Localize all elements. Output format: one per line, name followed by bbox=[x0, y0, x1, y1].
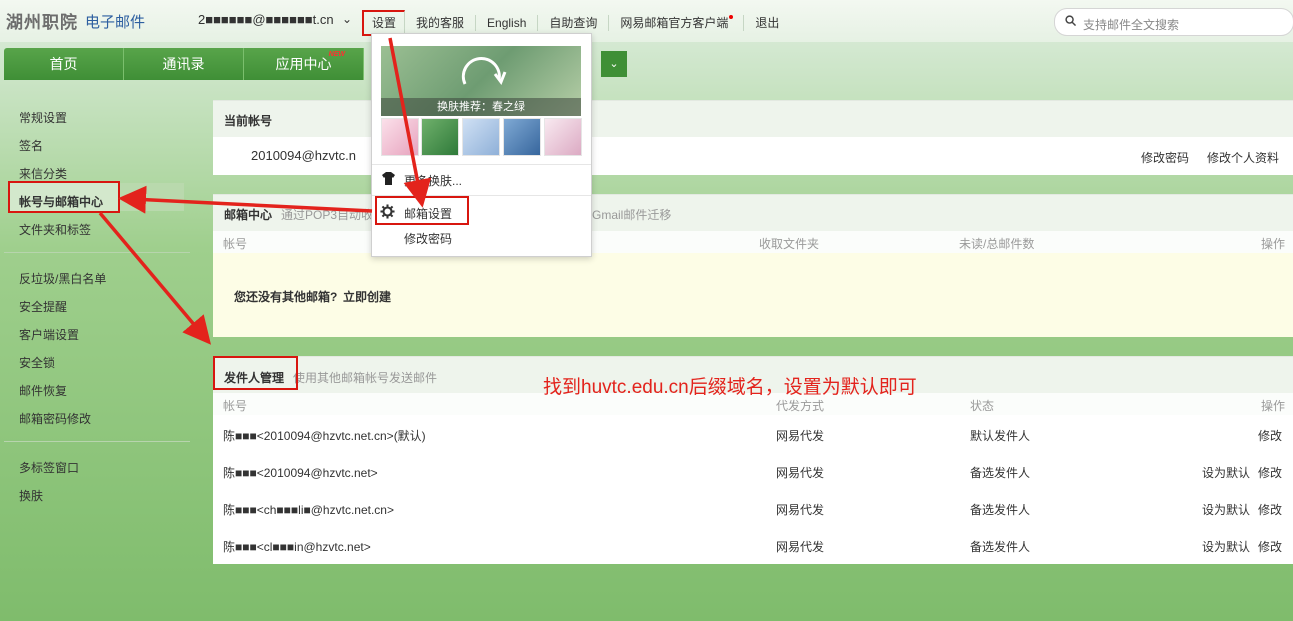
nav-support[interactable]: 我的客服 bbox=[405, 15, 477, 31]
nav-english[interactable]: English bbox=[476, 15, 539, 31]
edit-profile-link[interactable]: 修改个人资料 bbox=[1207, 149, 1279, 166]
section-subtitle: 通过POP3自动收 bbox=[281, 208, 374, 222]
create-mailbox-link[interactable]: 立即创建 bbox=[343, 288, 391, 305]
sender-account: 陈■■■<2010094@hzvtc.net> bbox=[223, 466, 378, 480]
sidebar-divider bbox=[4, 252, 190, 253]
sender-status: 默认发件人 bbox=[970, 429, 1031, 443]
col-method: 代发方式 bbox=[776, 399, 825, 413]
tab-contacts[interactable]: 通讯录 bbox=[124, 48, 244, 80]
tshirt-icon bbox=[382, 172, 395, 185]
tab-apps[interactable]: 应用中心 NEW bbox=[244, 48, 364, 80]
nav-client-download[interactable]: 网易邮箱官方客户端 bbox=[609, 15, 745, 31]
col-account: 帐号 bbox=[223, 237, 248, 251]
skin-thumbnail[interactable] bbox=[503, 118, 541, 156]
sender-method: 网易代发 bbox=[776, 503, 825, 517]
refresh-icon bbox=[461, 57, 507, 86]
sender-method: 网易代发 bbox=[776, 466, 825, 480]
sidebar-item-security-lock[interactable]: 安全锁 bbox=[19, 354, 55, 371]
section-subtitle: Gmail邮件迁移 bbox=[592, 208, 672, 222]
sidebar-item-multitab[interactable]: 多标签窗口 bbox=[19, 459, 79, 476]
search-icon bbox=[1065, 15, 1076, 26]
sender-account: 陈■■■<cl■■■in@hzvtc.net> bbox=[223, 540, 371, 554]
sidebar-item-password[interactable]: 邮箱密码修改 bbox=[19, 410, 91, 427]
skin-preview[interactable]: 换肤推荐：春之绿 bbox=[381, 46, 581, 116]
sidebar-item-signature[interactable]: 签名 bbox=[19, 137, 43, 154]
empty-message: 您还没有其他邮箱? bbox=[234, 290, 338, 304]
sender-method: 网易代发 bbox=[776, 429, 825, 443]
skin-caption: 换肤推荐：春之绿 bbox=[381, 98, 581, 116]
col-status: 状态 bbox=[970, 399, 995, 413]
sidebar-item-filters[interactable]: 来信分类 bbox=[19, 165, 67, 182]
sidebar-item-client[interactable]: 客户端设置 bbox=[19, 326, 79, 343]
sidebar-item-security-alerts[interactable]: 安全提醒 bbox=[19, 298, 67, 315]
skin-thumbnail[interactable] bbox=[381, 118, 419, 156]
change-password-link[interactable]: 修改密码 bbox=[1141, 149, 1189, 166]
tab-apps-label: 应用中心 bbox=[275, 56, 332, 72]
nav-logout[interactable]: 退出 bbox=[744, 15, 790, 31]
edit-link[interactable]: 修改 bbox=[1258, 538, 1282, 555]
sidebar-item-folders[interactable]: 文件夹和标签 bbox=[19, 221, 91, 238]
col-ops: 操作 bbox=[1261, 237, 1286, 251]
sidebar-active-bg bbox=[120, 183, 184, 211]
sender-status: 备选发件人 bbox=[970, 466, 1031, 480]
new-badge: NEW bbox=[328, 51, 345, 58]
edit-link[interactable]: 修改 bbox=[1258, 427, 1282, 444]
sender-status: 备选发件人 bbox=[970, 540, 1031, 554]
mailbox-empty-state: 您还没有其他邮箱? 立即创建 bbox=[213, 253, 1293, 337]
current-account-value: 2010094@hzvtc.n bbox=[251, 148, 356, 163]
notification-dot bbox=[729, 15, 734, 19]
col-unread: 未读/总邮件数 bbox=[959, 237, 1035, 251]
tab-home[interactable]: 首页 bbox=[4, 48, 124, 80]
highlight-box bbox=[213, 356, 298, 390]
set-default-link[interactable]: 设为默认 bbox=[1202, 501, 1250, 518]
sidebar-item-skin[interactable]: 换肤 bbox=[19, 487, 43, 504]
account-name[interactable]: 2■■■■■■@■■■■■■t.cn bbox=[198, 12, 334, 27]
skin-thumbnail[interactable] bbox=[421, 118, 459, 156]
sidebar-divider bbox=[4, 441, 190, 442]
sender-account: 陈■■■<ch■■■li■@hzvtc.net.cn> bbox=[223, 503, 394, 517]
more-tabs-button[interactable]: ⌄ bbox=[601, 51, 627, 77]
logo-subtitle: 电子邮件 bbox=[85, 14, 146, 31]
sidebar-item-antispam[interactable]: 反垃圾/黑白名单 bbox=[19, 270, 106, 287]
chevron-down-icon[interactable]: ⌄ bbox=[342, 12, 352, 26]
nav-self-service[interactable]: 自助查询 bbox=[538, 15, 610, 31]
col-ops: 操作 bbox=[1261, 399, 1286, 413]
annotation-text: 找到huvtc.edu.cn后缀域名，设置为默认即可 bbox=[543, 377, 917, 398]
set-default-link[interactable]: 设为默认 bbox=[1202, 538, 1250, 555]
highlight-box bbox=[375, 196, 469, 225]
sender-status: 备选发件人 bbox=[970, 503, 1031, 517]
change-password-item[interactable]: 修改密码 bbox=[404, 230, 452, 247]
search-placeholder: 支持邮件全文搜索 bbox=[1083, 18, 1180, 32]
sender-method: 网易代发 bbox=[776, 540, 825, 554]
sidebar-item-general[interactable]: 常规设置 bbox=[19, 109, 67, 126]
skin-thumbnail[interactable] bbox=[462, 118, 500, 156]
edit-link[interactable]: 修改 bbox=[1258, 464, 1282, 481]
col-account: 帐号 bbox=[223, 399, 248, 413]
skin-thumbnail[interactable] bbox=[544, 118, 582, 156]
set-default-link[interactable]: 设为默认 bbox=[1202, 464, 1250, 481]
search-box[interactable]: 支持邮件全文搜索 bbox=[1054, 8, 1293, 36]
more-skins-item[interactable]: 更多换肤... bbox=[404, 172, 462, 189]
arrow bbox=[98, 211, 212, 345]
sender-account: 陈■■■<2010094@hzvtc.net.cn>(默认) bbox=[223, 429, 426, 443]
nav-client-label: 网易邮箱官方客户端 bbox=[620, 16, 729, 30]
edit-link[interactable]: 修改 bbox=[1258, 501, 1282, 518]
top-bar: 湖州职院 电子邮件 2■■■■■■@■■■■■■t.cn ⌄ 设置 我的客服 E… bbox=[0, 0, 1293, 42]
logo[interactable]: 湖州职院 bbox=[6, 8, 78, 33]
sidebar-item-accounts[interactable]: 帐号与邮箱中心 bbox=[19, 193, 103, 210]
sidebar-item-recovery[interactable]: 邮件恢复 bbox=[19, 382, 67, 399]
col-folder: 收取文件夹 bbox=[759, 237, 820, 251]
dropdown-divider bbox=[372, 164, 591, 165]
section-title: 邮箱中心 bbox=[224, 208, 273, 222]
section-subtitle: 使用其他邮箱帐号发送邮件 bbox=[293, 371, 438, 385]
section-title: 当前帐号 bbox=[224, 114, 273, 128]
